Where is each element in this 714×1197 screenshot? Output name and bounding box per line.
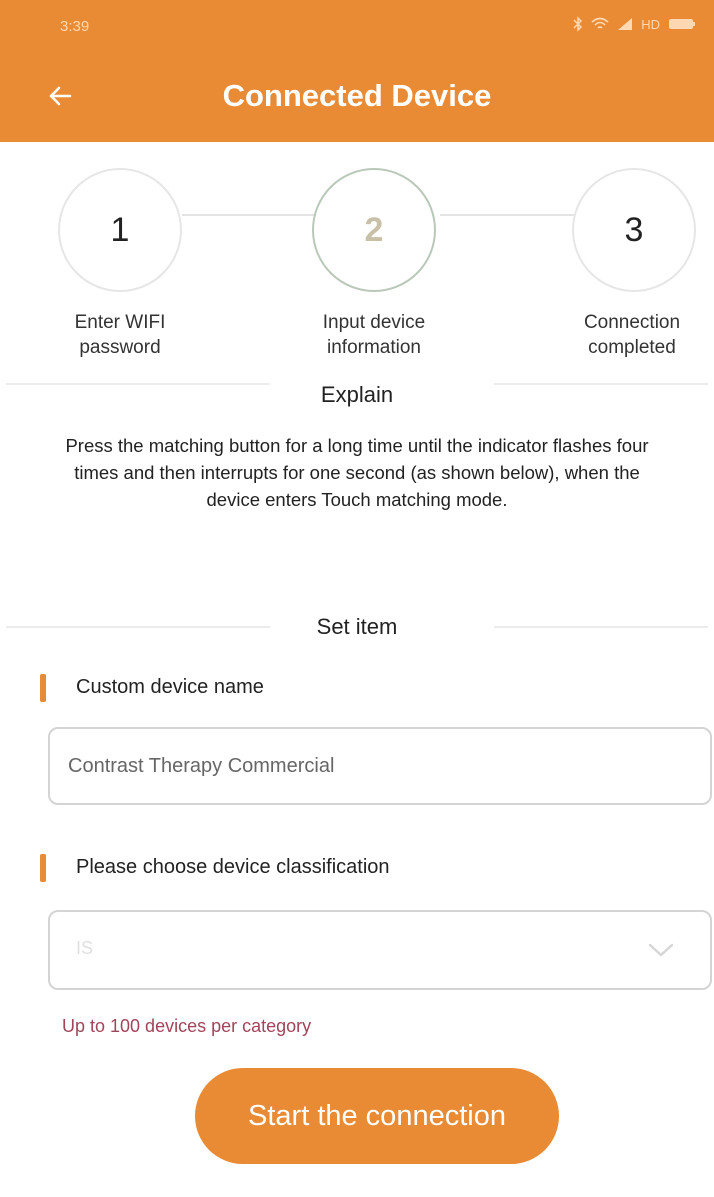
step-number: 2 [364, 210, 384, 249]
step-connector [182, 214, 316, 216]
device-name-label: Custom device name [76, 676, 264, 698]
step-2-label: Input device information [294, 310, 454, 360]
status-bar: 3:39 HD [0, 0, 714, 60]
step-number: 3 [624, 210, 644, 249]
step-1-circle: 1 [58, 168, 182, 292]
page-title: Connected Device [222, 78, 492, 113]
chevron-down-icon [648, 943, 674, 957]
wifi-icon [591, 17, 609, 29]
signal-icon [618, 18, 633, 30]
explain-text: Press the matching button for a long tim… [0, 432, 714, 513]
step-number: 1 [110, 210, 130, 249]
classification-label: Please choose device classification [76, 856, 390, 878]
step-2-circle: 2 [312, 168, 436, 292]
step-connector [440, 214, 574, 216]
step-label-line: Enter WIFI [74, 312, 166, 333]
step-1-label: Enter WIFI password [40, 310, 200, 360]
step-3-circle: 3 [572, 168, 696, 292]
status-time: 3:39 [60, 18, 90, 35]
step-label-line: completed [588, 337, 676, 358]
step-label-line: Input device [322, 312, 426, 333]
label-marker [40, 674, 46, 702]
classification-value: IS [76, 938, 94, 958]
bluetooth-icon [573, 16, 583, 32]
set-item-title: Set item [316, 614, 398, 639]
label-marker [40, 854, 46, 882]
network-type: HD [641, 16, 660, 32]
device-name-input[interactable] [48, 727, 712, 805]
step-label-line: password [79, 337, 161, 358]
start-connection-button[interactable]: Start the connection [195, 1068, 559, 1164]
explain-line: device enters Touch matching mode. [206, 489, 508, 510]
explain-line: times and then interrupts for one second… [74, 462, 640, 483]
step-label-line: information [327, 337, 421, 358]
step-3-label: Connection completed [552, 310, 712, 360]
explain-title: Explain [320, 382, 394, 407]
classification-select[interactable]: IS [48, 910, 712, 990]
status-icons: HD [573, 16, 696, 32]
app-bar: Connected Device [0, 60, 714, 142]
battery-icon [669, 19, 695, 29]
explain-line: Press the matching button for a long tim… [65, 435, 649, 456]
category-limit-hint: Up to 100 devices per category [62, 1016, 312, 1036]
step-label-line: Connection [583, 312, 681, 333]
